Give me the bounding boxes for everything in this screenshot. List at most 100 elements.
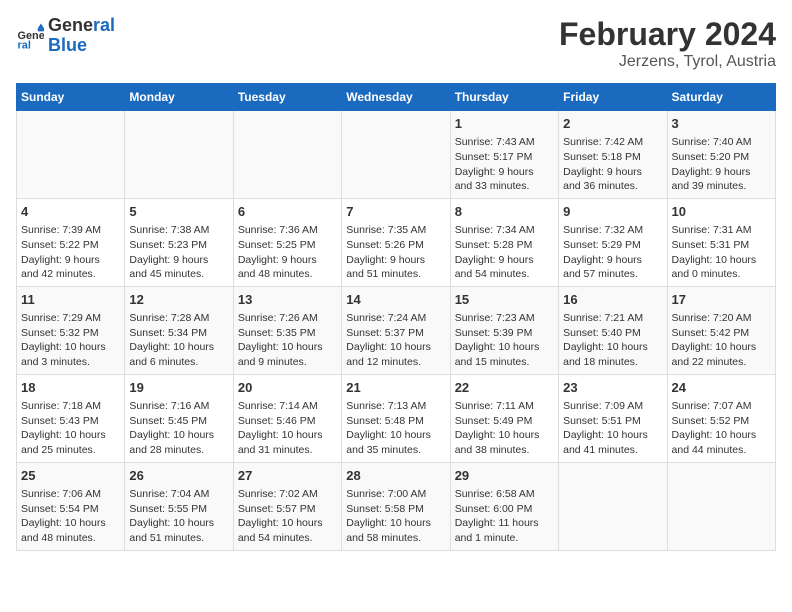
logo-ral: ral bbox=[93, 15, 115, 35]
calendar-cell bbox=[559, 462, 667, 550]
day-info: Sunrise: 7:07 AM Sunset: 5:52 PM Dayligh… bbox=[672, 399, 771, 458]
day-number: 15 bbox=[455, 291, 554, 309]
weekday-header-tuesday: Tuesday bbox=[233, 84, 341, 111]
day-info: Sunrise: 7:16 AM Sunset: 5:45 PM Dayligh… bbox=[129, 399, 228, 458]
day-number: 1 bbox=[455, 115, 554, 133]
calendar-cell: 5 Sunrise: 7:38 AM Sunset: 5:23 PM Daylig… bbox=[125, 198, 233, 286]
logo-blue: Blue bbox=[48, 36, 115, 56]
day-number: 22 bbox=[455, 379, 554, 397]
day-info: Sunrise: 7:43 AM Sunset: 5:17 PM Dayligh… bbox=[455, 135, 554, 194]
day-number: 6 bbox=[238, 203, 337, 221]
day-info: Sunrise: 7:23 AM Sunset: 5:39 PM Dayligh… bbox=[455, 311, 554, 370]
day-info: Sunrise: 7:29 AM Sunset: 5:32 PM Dayligh… bbox=[21, 311, 120, 370]
calendar-cell: 28Sunrise: 7:00 AM Sunset: 5:58 PM Dayli… bbox=[342, 462, 450, 550]
weekday-header-wednesday: Wednesday bbox=[342, 84, 450, 111]
day-info: Sunrise: 7:34 AM Sunset: 5:28 PM Dayligh… bbox=[455, 223, 554, 282]
calendar-cell: 16Sunrise: 7:21 AM Sunset: 5:40 PM Dayli… bbox=[559, 286, 667, 374]
logo: Gene ral General Blue bbox=[16, 16, 115, 56]
weekday-header-saturday: Saturday bbox=[667, 84, 775, 111]
weekday-header-monday: Monday bbox=[125, 84, 233, 111]
day-number: 2 bbox=[563, 115, 662, 133]
weekday-header-thursday: Thursday bbox=[450, 84, 558, 111]
day-info: Sunrise: 7:31 AM Sunset: 5:31 PM Dayligh… bbox=[672, 223, 771, 282]
day-number: 10 bbox=[672, 203, 771, 221]
calendar-title-block: February 2024 Jerzens, Tyrol, Austria bbox=[559, 16, 776, 71]
day-info: Sunrise: 6:58 AM Sunset: 6:00 PM Dayligh… bbox=[455, 487, 554, 546]
day-number: 5 bbox=[129, 203, 228, 221]
calendar-cell: 12 Sunrise: 7:28 AM Sunset: 5:34 PM Dayli… bbox=[125, 286, 233, 374]
day-info: Sunrise: 7:09 AM Sunset: 5:51 PM Dayligh… bbox=[563, 399, 662, 458]
day-info: Sunrise: 7:20 AM Sunset: 5:42 PM Dayligh… bbox=[672, 311, 771, 370]
calendar-cell bbox=[342, 111, 450, 199]
day-number: 25 bbox=[21, 467, 120, 485]
calendar-cell: 1 Sunrise: 7:43 AM Sunset: 5:17 PM Daylig… bbox=[450, 111, 558, 199]
day-info: Sunrise: 7:00 AM Sunset: 5:58 PM Dayligh… bbox=[346, 487, 445, 546]
day-info: Sunrise: 7:39 AM Sunset: 5:22 PM Dayligh… bbox=[21, 223, 120, 282]
day-info: Sunrise: 7:02 AM Sunset: 5:57 PM Dayligh… bbox=[238, 487, 337, 546]
calendar-week-row: 11 Sunrise: 7:29 AM Sunset: 5:32 PM Dayli… bbox=[17, 286, 776, 374]
day-number: 8 bbox=[455, 203, 554, 221]
calendar-cell: 9 Sunrise: 7:32 AM Sunset: 5:29 PM Daylig… bbox=[559, 198, 667, 286]
logo-icon: Gene ral bbox=[16, 22, 44, 50]
calendar-cell: 15 Sunrise: 7:23 AM Sunset: 5:39 PM Dayli… bbox=[450, 286, 558, 374]
calendar-cell: 24Sunrise: 7:07 AM Sunset: 5:52 PM Dayli… bbox=[667, 374, 775, 462]
calendar-cell: 29 Sunrise: 6:58 AM Sunset: 6:00 PM Dayli… bbox=[450, 462, 558, 550]
calendar-cell bbox=[125, 111, 233, 199]
day-info: Sunrise: 7:13 AM Sunset: 5:48 PM Dayligh… bbox=[346, 399, 445, 458]
day-info: Sunrise: 7:28 AM Sunset: 5:34 PM Dayligh… bbox=[129, 311, 228, 370]
calendar-cell: 19 Sunrise: 7:16 AM Sunset: 5:45 PM Dayli… bbox=[125, 374, 233, 462]
svg-text:ral: ral bbox=[18, 39, 31, 50]
day-number: 11 bbox=[21, 291, 120, 309]
weekday-header-row: SundayMondayTuesdayWednesdayThursdayFrid… bbox=[17, 84, 776, 111]
calendar-cell: 2Sunrise: 7:42 AM Sunset: 5:18 PM Daylig… bbox=[559, 111, 667, 199]
calendar-cell: 3 Sunrise: 7:40 AM Sunset: 5:20 PM Daylig… bbox=[667, 111, 775, 199]
calendar-cell: 8 Sunrise: 7:34 AM Sunset: 5:28 PM Daylig… bbox=[450, 198, 558, 286]
weekday-header-friday: Friday bbox=[559, 84, 667, 111]
day-info: Sunrise: 7:21 AM Sunset: 5:40 PM Dayligh… bbox=[563, 311, 662, 370]
page-header: Gene ral General Blue February 2024 Jerz… bbox=[16, 16, 776, 71]
day-number: 20 bbox=[238, 379, 337, 397]
calendar-week-row: 18Sunrise: 7:18 AM Sunset: 5:43 PM Dayli… bbox=[17, 374, 776, 462]
calendar-cell: 21 Sunrise: 7:13 AM Sunset: 5:48 PM Dayli… bbox=[342, 374, 450, 462]
calendar-cell: 13Sunrise: 7:26 AM Sunset: 5:35 PM Dayli… bbox=[233, 286, 341, 374]
day-number: 23 bbox=[563, 379, 662, 397]
calendar-cell: 27 Sunrise: 7:02 AM Sunset: 5:57 PM Dayli… bbox=[233, 462, 341, 550]
calendar-week-row: 25 Sunrise: 7:06 AM Sunset: 5:54 PM Dayli… bbox=[17, 462, 776, 550]
calendar-cell: 22 Sunrise: 7:11 AM Sunset: 5:49 PM Dayli… bbox=[450, 374, 558, 462]
day-number: 26 bbox=[129, 467, 228, 485]
day-number: 12 bbox=[129, 291, 228, 309]
day-number: 21 bbox=[346, 379, 445, 397]
weekday-header-sunday: Sunday bbox=[17, 84, 125, 111]
calendar-cell: 25 Sunrise: 7:06 AM Sunset: 5:54 PM Dayli… bbox=[17, 462, 125, 550]
calendar-cell: 18Sunrise: 7:18 AM Sunset: 5:43 PM Dayli… bbox=[17, 374, 125, 462]
day-number: 9 bbox=[563, 203, 662, 221]
calendar-week-row: 1 Sunrise: 7:43 AM Sunset: 5:17 PM Daylig… bbox=[17, 111, 776, 199]
logo-general: Gene bbox=[48, 15, 93, 35]
day-number: 14 bbox=[346, 291, 445, 309]
calendar-month-year: February 2024 bbox=[559, 16, 776, 53]
day-number: 29 bbox=[455, 467, 554, 485]
calendar-cell bbox=[667, 462, 775, 550]
day-info: Sunrise: 7:04 AM Sunset: 5:55 PM Dayligh… bbox=[129, 487, 228, 546]
calendar-table: SundayMondayTuesdayWednesdayThursdayFrid… bbox=[16, 83, 776, 551]
day-number: 3 bbox=[672, 115, 771, 133]
day-info: Sunrise: 7:26 AM Sunset: 5:35 PM Dayligh… bbox=[238, 311, 337, 370]
day-info: Sunrise: 7:11 AM Sunset: 5:49 PM Dayligh… bbox=[455, 399, 554, 458]
calendar-cell bbox=[17, 111, 125, 199]
day-info: Sunrise: 7:06 AM Sunset: 5:54 PM Dayligh… bbox=[21, 487, 120, 546]
day-info: Sunrise: 7:24 AM Sunset: 5:37 PM Dayligh… bbox=[346, 311, 445, 370]
day-info: Sunrise: 7:35 AM Sunset: 5:26 PM Dayligh… bbox=[346, 223, 445, 282]
day-info: Sunrise: 7:14 AM Sunset: 5:46 PM Dayligh… bbox=[238, 399, 337, 458]
calendar-cell bbox=[233, 111, 341, 199]
day-info: Sunrise: 7:38 AM Sunset: 5:23 PM Dayligh… bbox=[129, 223, 228, 282]
day-number: 18 bbox=[21, 379, 120, 397]
day-number: 19 bbox=[129, 379, 228, 397]
calendar-cell: 26 Sunrise: 7:04 AM Sunset: 5:55 PM Dayli… bbox=[125, 462, 233, 550]
calendar-cell: 23 Sunrise: 7:09 AM Sunset: 5:51 PM Dayli… bbox=[559, 374, 667, 462]
calendar-cell: 17Sunrise: 7:20 AM Sunset: 5:42 PM Dayli… bbox=[667, 286, 775, 374]
calendar-cell: 11 Sunrise: 7:29 AM Sunset: 5:32 PM Dayli… bbox=[17, 286, 125, 374]
day-info: Sunrise: 7:32 AM Sunset: 5:29 PM Dayligh… bbox=[563, 223, 662, 282]
calendar-cell: 20 Sunrise: 7:14 AM Sunset: 5:46 PM Dayli… bbox=[233, 374, 341, 462]
day-number: 27 bbox=[238, 467, 337, 485]
day-info: Sunrise: 7:40 AM Sunset: 5:20 PM Dayligh… bbox=[672, 135, 771, 194]
